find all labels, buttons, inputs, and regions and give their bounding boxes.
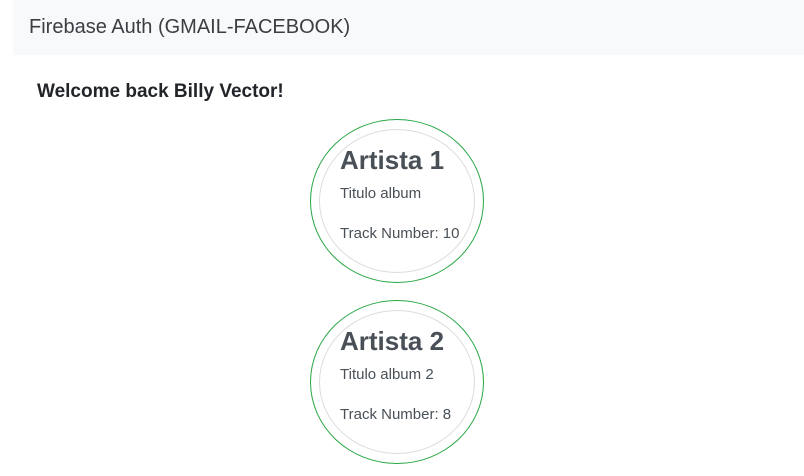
album-title: Titulo album xyxy=(340,185,422,202)
welcome-message: Welcome back Billy Vector! xyxy=(37,81,284,102)
album-artist: Artista 2 xyxy=(340,326,445,356)
album-card[interactable]: Artista 2 Titulo album 2 Track Number: 8 xyxy=(310,300,484,464)
top-navbar: Firebase Auth (GMAIL-FACEBOOK) xyxy=(13,0,804,55)
album-artist: Artista 1 xyxy=(340,145,445,175)
album-card[interactable]: Artista 1 Titulo album Track Number: 10 xyxy=(310,119,484,283)
album-track-number: Track Number: 8 xyxy=(340,406,452,423)
navbar-brand-link[interactable]: Firebase Auth (GMAIL-FACEBOOK) xyxy=(29,16,350,39)
album-title: Titulo album 2 xyxy=(340,366,434,383)
album-track-number: Track Number: 10 xyxy=(340,225,460,242)
